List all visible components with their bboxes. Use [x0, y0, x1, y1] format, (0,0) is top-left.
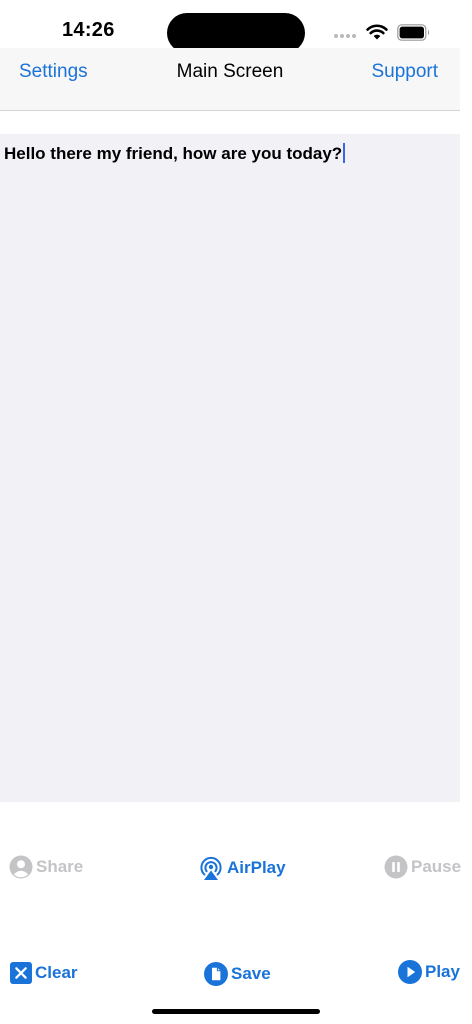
person-circle-icon: [9, 855, 33, 879]
play-button[interactable]: Play: [398, 960, 460, 984]
airplay-button[interactable]: AirPlay: [198, 855, 286, 881]
clear-label: Clear: [35, 963, 78, 982]
save-button[interactable]: Save: [204, 962, 271, 986]
text-cursor: [343, 143, 346, 163]
battery-icon: [397, 24, 430, 41]
save-label: Save: [231, 964, 271, 983]
share-button[interactable]: Share: [9, 855, 83, 879]
status-time: 14:26: [62, 19, 115, 41]
airplay-label: AirPlay: [227, 858, 286, 877]
play-circle-icon: [398, 960, 422, 984]
pause-button[interactable]: Pause: [384, 855, 461, 879]
dynamic-island: [167, 13, 305, 53]
signal-icon: [334, 34, 356, 38]
editor-text: Hello there my friend, how are you today…: [4, 144, 343, 163]
airplay-icon: [200, 856, 222, 880]
text-editor[interactable]: Hello there my friend, how are you today…: [0, 134, 460, 802]
wifi-icon: [366, 24, 388, 40]
home-indicator[interactable]: [152, 1009, 320, 1014]
support-button[interactable]: Support: [371, 61, 438, 83]
clear-button[interactable]: Clear: [10, 962, 78, 984]
pause-circle-icon: [384, 855, 408, 879]
status-bar: 14:26: [0, 0, 472, 53]
navigation-bar: Settings Main Screen Support: [0, 48, 460, 111]
play-label: Play: [425, 962, 460, 981]
share-label: Share: [36, 857, 84, 876]
pause-label: Pause: [411, 857, 462, 876]
document-circle-icon: [204, 962, 228, 986]
xmark-square-icon: [10, 962, 32, 984]
